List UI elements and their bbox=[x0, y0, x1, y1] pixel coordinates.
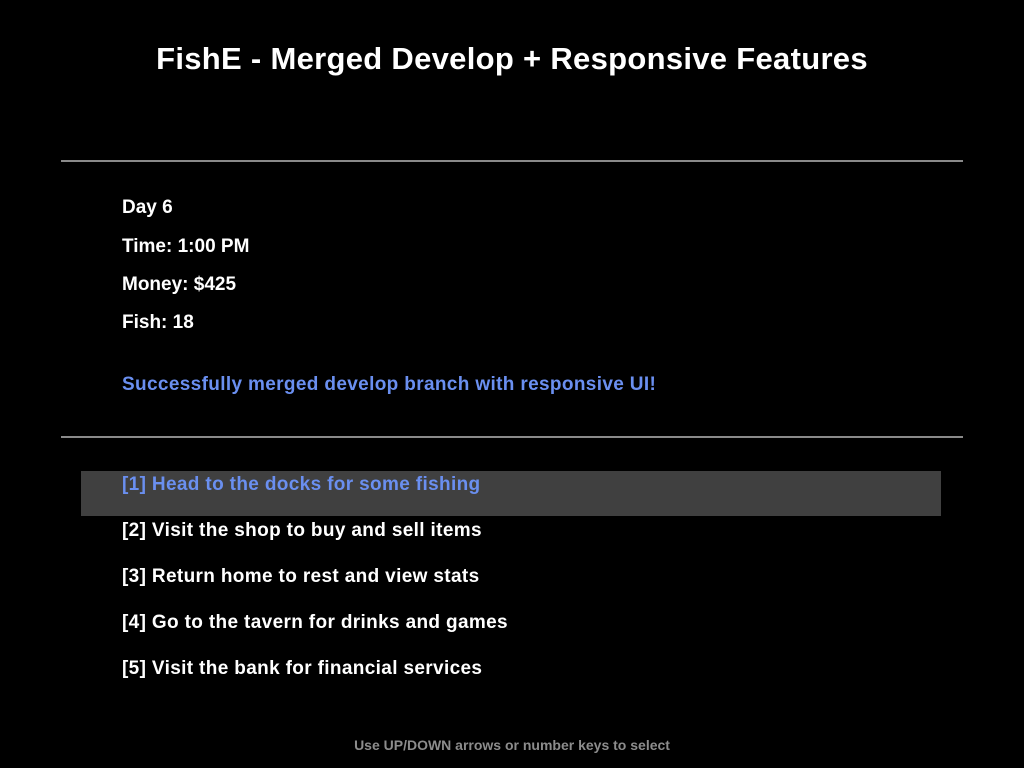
fish-stat: Fish: 18 bbox=[122, 312, 194, 333]
day-stat: Day 6 bbox=[122, 197, 173, 218]
money-stat: Money: $425 bbox=[122, 274, 237, 295]
menu-item-home[interactable]: [3] Return home to rest and view stats bbox=[122, 564, 479, 590]
top-divider bbox=[61, 160, 963, 162]
game-title: FishE - Merged Develop + Responsive Feat… bbox=[156, 41, 868, 76]
time-stat: Time: 1:00 PM bbox=[122, 236, 250, 257]
menu-item-docks[interactable]: [1] Head to the docks for some fishing bbox=[122, 472, 481, 498]
menu-item-bank[interactable]: [5] Visit the bank for financial service… bbox=[122, 656, 482, 682]
status-message: Successfully merged develop branch with … bbox=[122, 374, 657, 395]
controls-hint: Use UP/DOWN arrows or number keys to sel… bbox=[354, 737, 670, 753]
menu-item-shop[interactable]: [2] Visit the shop to buy and sell items bbox=[122, 518, 482, 544]
bottom-divider bbox=[61, 436, 963, 438]
menu-item-tavern[interactable]: [4] Go to the tavern for drinks and game… bbox=[122, 610, 508, 636]
